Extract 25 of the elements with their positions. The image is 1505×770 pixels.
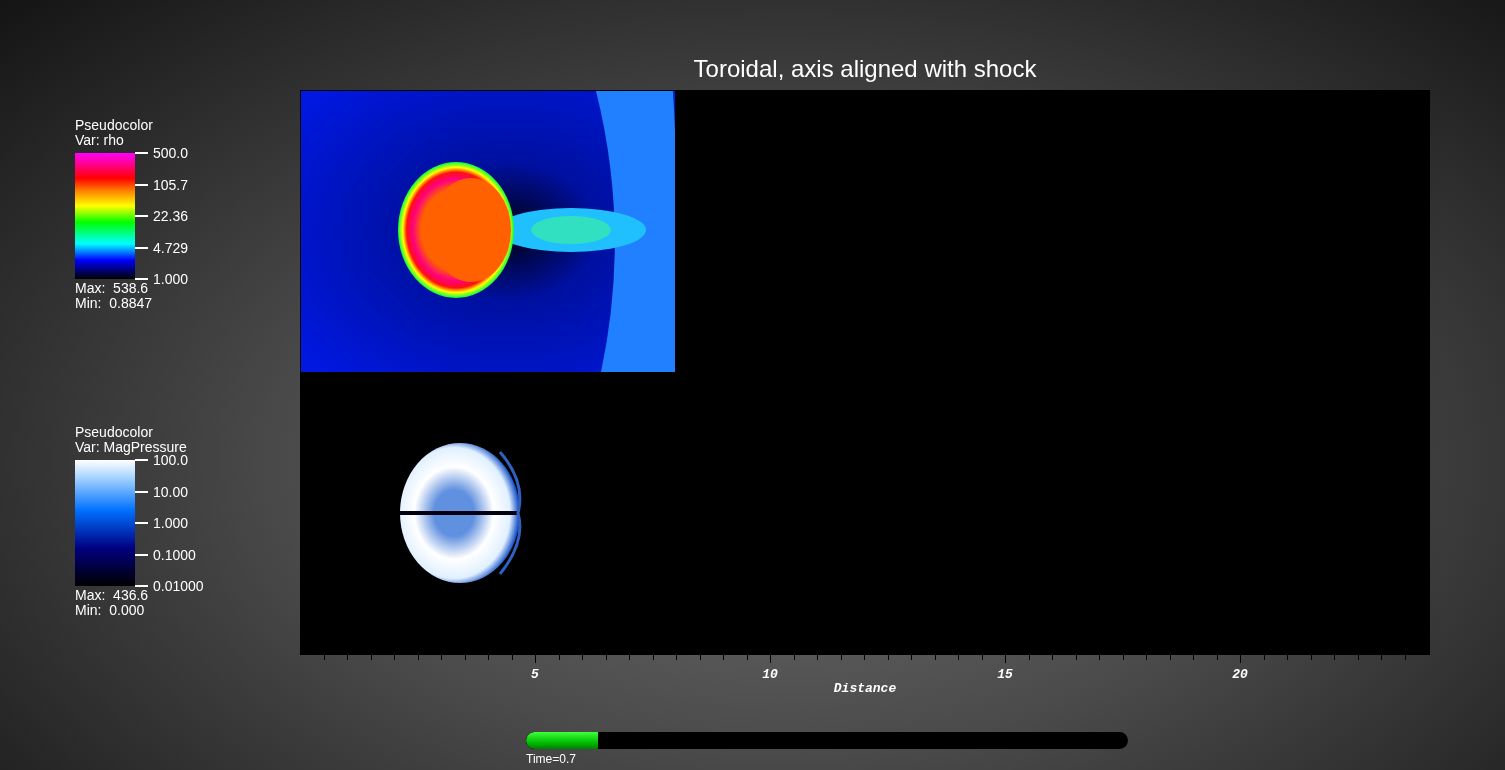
x-axis-tick-label: 5 bbox=[530, 666, 540, 684]
x-axis-tick-label: 10 bbox=[761, 666, 779, 684]
color-bar-tick-label: 22.36 bbox=[153, 208, 189, 224]
color-bar-tick-label: 4.729 bbox=[153, 239, 189, 256]
color-bar-tick-label: 500.0 bbox=[153, 145, 189, 161]
time-label: Time=0.7 bbox=[526, 751, 576, 768]
legend-variable: Var: rho bbox=[75, 133, 125, 148]
color-bar-tick-label: 100.0 bbox=[153, 452, 189, 468]
legend-min: Min: 0.000 bbox=[75, 603, 146, 618]
legend-max: Max: 538.6 bbox=[75, 281, 150, 296]
legend-min: Min: 0.8847 bbox=[75, 296, 154, 311]
color-bar-tick-label: 105.7 bbox=[153, 176, 189, 193]
legend-variable: Var: MagPressure bbox=[75, 440, 188, 455]
color-bar-tick-label: 0.1000 bbox=[153, 546, 196, 563]
x-axis-title: Distance bbox=[832, 680, 898, 698]
color-bar-tick-label: 10.00 bbox=[153, 483, 189, 500]
color-bar-tick-label: 0.01000 bbox=[153, 578, 204, 594]
legend-max: Max: 436.6 bbox=[75, 588, 150, 603]
legend-plot-type: Pseudocolor bbox=[75, 425, 154, 440]
x-axis-tick-label: 20 bbox=[1231, 666, 1249, 684]
plot-title: Toroidal, axis aligned with shock bbox=[692, 54, 1038, 84]
legend-plot-type: Pseudocolor bbox=[75, 118, 154, 133]
color-bar-tick-label: 1.000 bbox=[153, 271, 189, 287]
color-bar-tick-label: 1.000 bbox=[153, 515, 189, 531]
x-axis-tick-label: 15 bbox=[996, 666, 1014, 684]
